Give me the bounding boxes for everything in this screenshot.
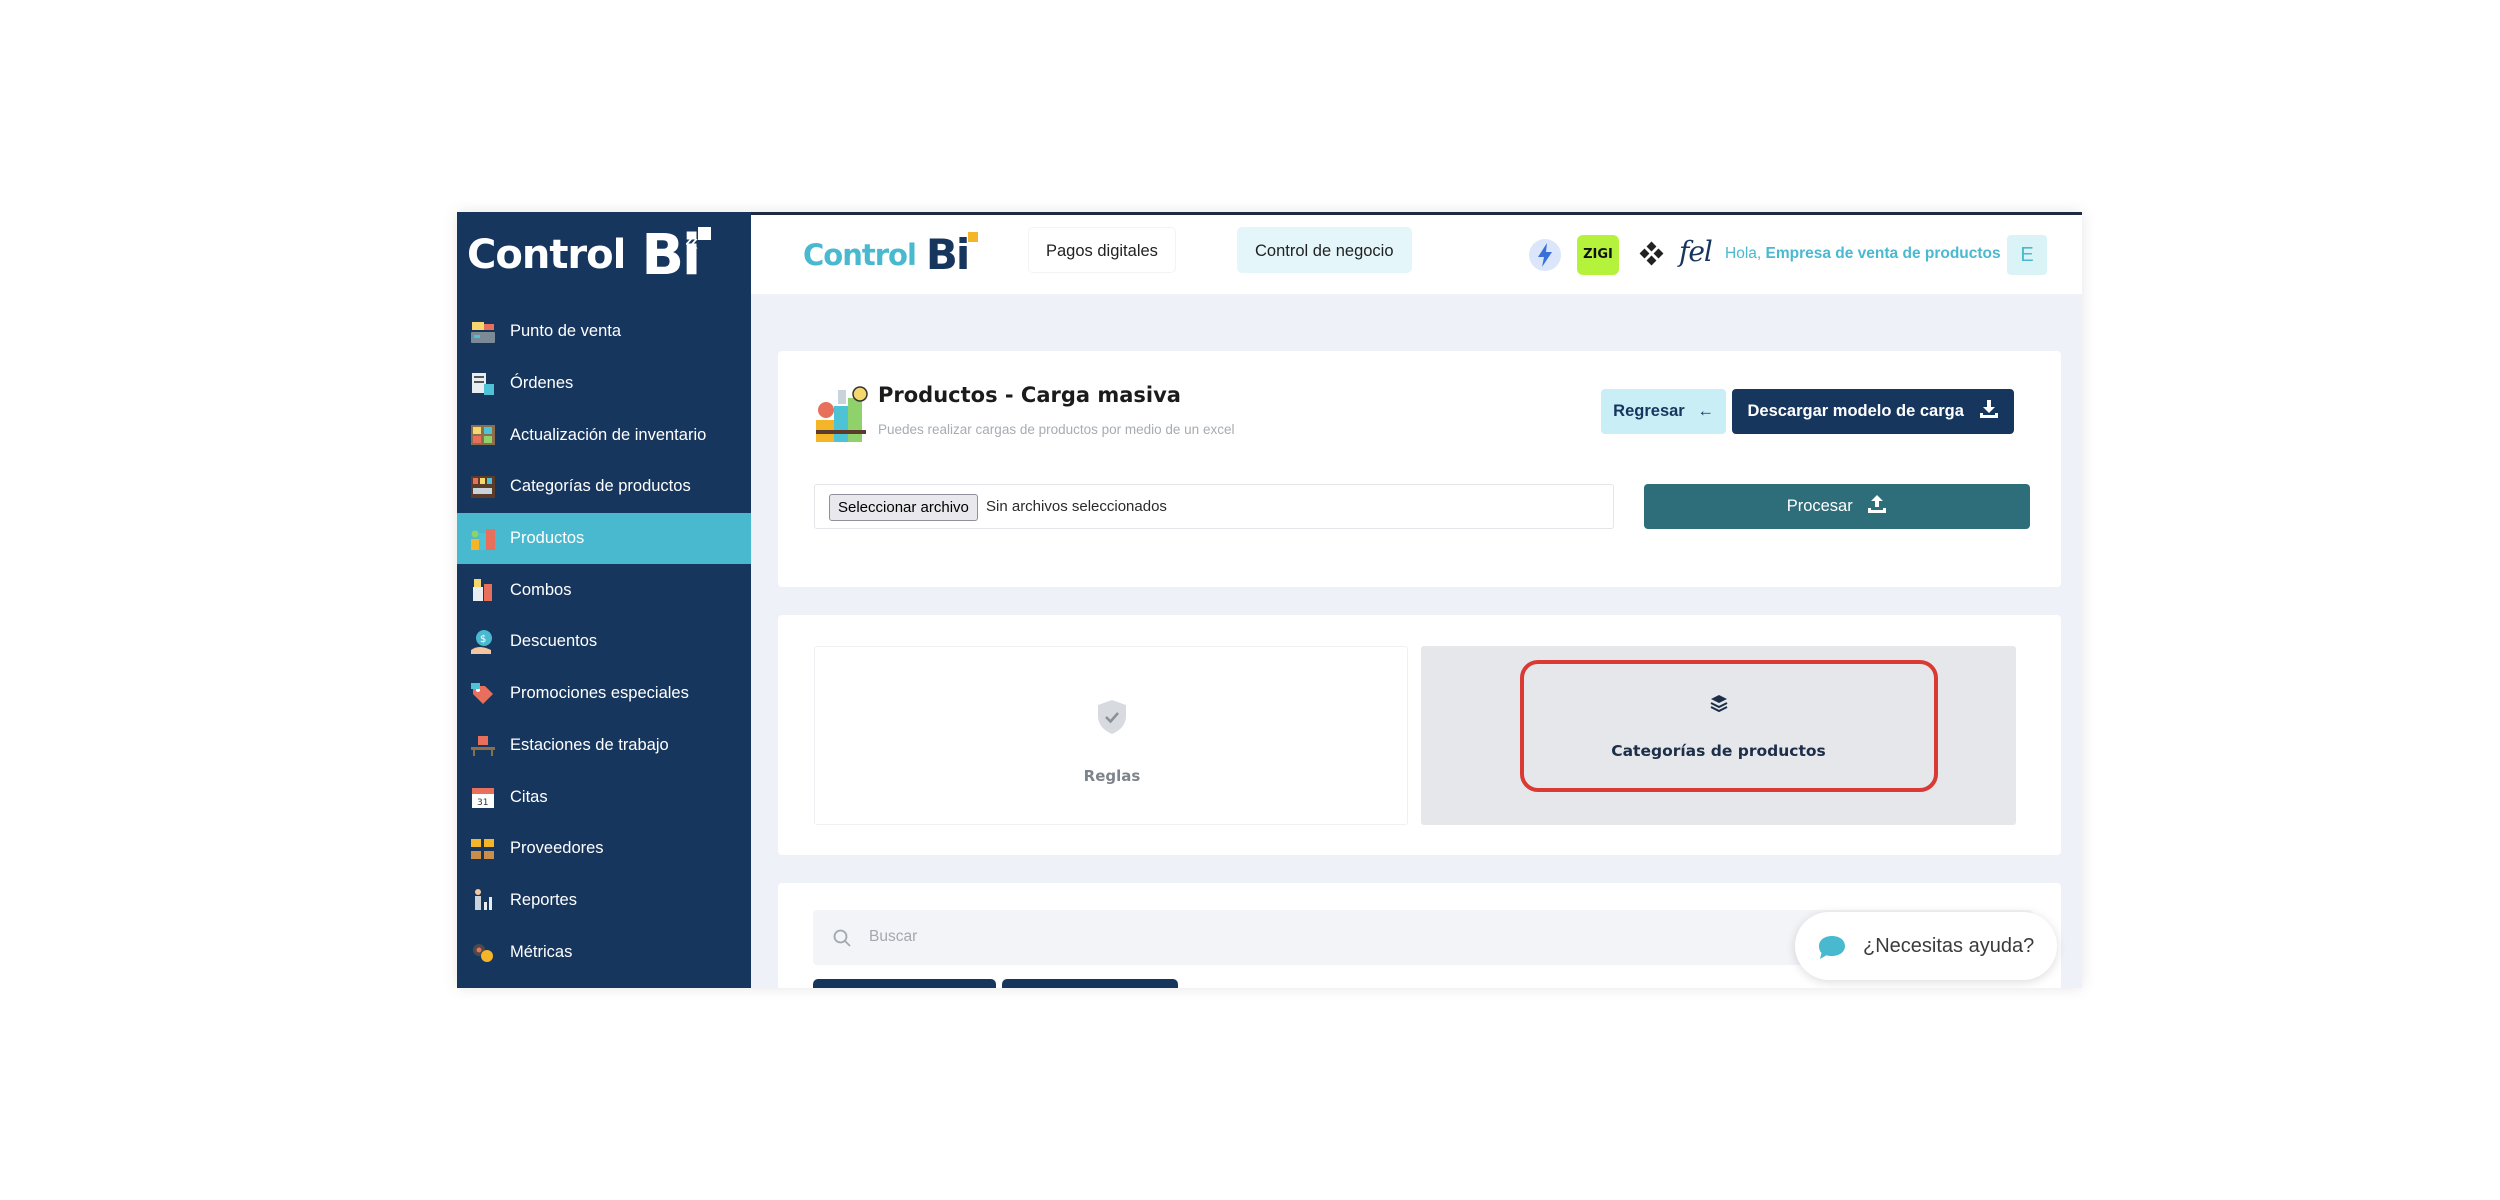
tab-pagos-digitales[interactable]: Pagos digitales [1028,227,1176,273]
fel-label: fel [1679,235,1713,268]
sidebar-item-label: Promociones especiales [510,684,689,703]
greeting-prefix: Hola, [1725,245,1762,262]
download-template-button[interactable]: Descargar modelo de carga [1732,389,2014,434]
svg-text:$: $ [480,634,486,645]
process-button[interactable]: Procesar [1644,484,2030,529]
sidebar-item-label: Reportes [510,890,577,909]
sidebar-item-ordenes[interactable]: Órdenes [457,358,751,410]
orders-icon [472,372,494,395]
diamond-logo-icon[interactable] [1639,241,1665,267]
logo-square [968,232,979,242]
sidebar-item-label: Proveedores [510,839,604,858]
sidebar-item-label: Estaciones de trabajo [510,735,669,754]
zigi-label: ZIGI [1583,247,1613,262]
page-subtitle: Puedes realizar cargas de productos por … [878,422,1235,437]
help-chat-button[interactable]: ¿Necesitas ayuda? [1795,912,2057,980]
sidebar-item-label: Categorías de productos [510,477,691,496]
sidebar-item-estaciones-trabajo[interactable]: Estaciones de trabajo [457,720,751,772]
search-placeholder: Buscar [869,928,918,945]
tab-reglas-label: Reglas [1083,767,1141,785]
sidebar-logo-control: Control [467,232,626,278]
sidebar-item-label: Actualización de inventario [510,425,707,444]
action-button-2[interactable] [1002,979,1178,988]
sidebar-item-metricas[interactable]: Métricas [457,926,751,978]
sidebar-item-actualizacion-inventario[interactable]: Actualización de inventario [457,409,751,461]
shield-check-icon [1098,700,1126,734]
avatar[interactable]: E [2007,235,2047,275]
sidebar-item-label: Combos [510,580,572,599]
arrow-left-icon: ← [1697,402,1714,420]
reports-icon [475,889,492,911]
combos-icon [473,579,492,602]
download-icon [1979,400,1998,418]
sidebar-item-label: Productos [510,529,585,548]
app-window: Control Bi « Punto de venta Órdenes Actu… [457,212,2082,988]
sidebar-item-promociones-especiales[interactable]: Promociones especiales [457,668,751,720]
sidebar-item-proveedores[interactable]: Proveedores [457,823,751,875]
inventory-icon [471,425,495,446]
sidebar-item-citas[interactable]: 31 Citas [457,771,751,823]
calendar-icon: 31 [472,788,494,809]
search-icon [833,929,851,947]
upload-icon [1868,495,1887,513]
sidebar-item-reportes[interactable]: Reportes [457,875,751,927]
metrics-icon [473,944,493,963]
sidebar-item-label: Descuentos [510,632,598,651]
sidebar-item-label: Punto de venta [510,322,622,341]
header-logo-bi: Bi [925,230,979,279]
help-label: ¿Necesitas ayuda? [1863,935,2035,957]
chat-bubble-icon [1819,936,1845,959]
header-logo-control: Control [803,237,917,272]
collapse-sidebar-icon[interactable]: « [685,230,715,260]
lightning-icon[interactable] [1528,238,1562,272]
sidebar-item-label: Citas [510,787,548,806]
promotion-icon [471,682,493,704]
sidebar-item-productos[interactable]: Productos [457,512,751,565]
tab-control-de-negocio[interactable]: Control de negocio [1237,227,1412,273]
tab-reglas[interactable]: Reglas [814,646,1408,825]
action-button-1[interactable] [813,979,996,988]
file-status-text: Sin archivos seleccionados [986,498,1167,515]
file-input[interactable]: Seleccionar archivo Sin archivos selecci… [814,484,1614,529]
workstation-icon [471,736,495,757]
sidebar-item-punto-de-venta[interactable]: Punto de venta [457,306,751,358]
sidebar-item-categorias-productos[interactable]: Categorías de productos [457,461,751,513]
page-title: Productos - Carga masiva [878,383,1181,407]
header-logo-bi-text: Bi [925,230,970,279]
sidebar-item-label: Métricas [510,942,573,961]
select-file-button[interactable]: Seleccionar archivo [829,494,978,521]
sidebar: Control Bi « Punto de venta Órdenes Actu… [457,212,751,988]
zigi-logo[interactable]: ZIGI [1577,235,1619,275]
svg-text:31: 31 [477,798,488,808]
header-logo[interactable]: Control Bi [803,227,979,282]
greeting: Hola, Empresa de venta de productos [1725,245,2001,263]
sidebar-item-label: Órdenes [510,374,574,393]
highlight-annotation [1520,660,1938,792]
suppliers-icon [471,838,494,859]
sidebar-item-descuentos[interactable]: $ Descuentos [457,616,751,668]
discount-icon: $ [471,629,492,654]
process-button-label: Procesar [1786,497,1853,515]
back-button[interactable]: Regresar ← [1601,389,1726,434]
sidebar-nav: Punto de venta Órdenes Actualización de … [457,306,751,978]
bulk-upload-card: Productos - Carga masiva Puedes realizar… [778,351,2061,587]
products-bundle-icon [816,386,868,442]
fel-logo[interactable]: fel [1679,235,1731,277]
download-button-label: Descargar modelo de carga [1747,402,1964,420]
products-icon [471,528,495,550]
cash-register-icon [471,321,495,343]
company-name: Empresa de venta de productos [1765,245,2001,262]
sidebar-item-combos[interactable]: Combos [457,564,751,616]
categories-icon [471,475,495,498]
top-header: Control Bi Pagos digitales Control de ne… [751,215,2082,294]
back-button-label: Regresar [1613,402,1685,420]
